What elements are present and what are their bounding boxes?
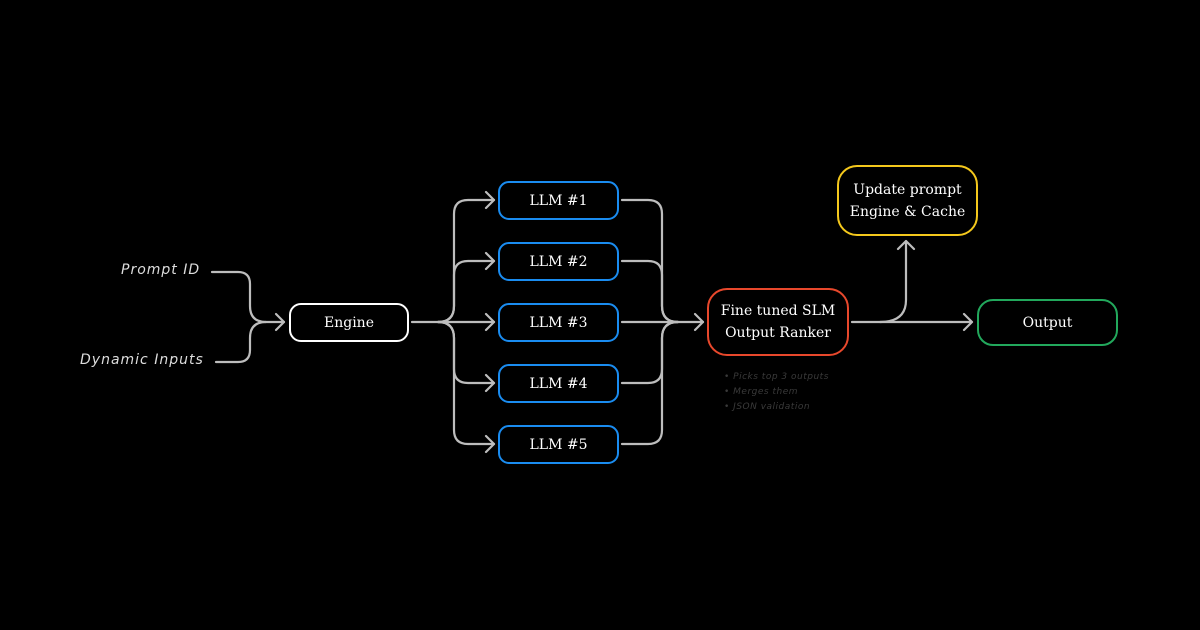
llm-label: LLM #1 <box>529 192 588 209</box>
fan-out <box>410 190 496 454</box>
ranker-note: • Picks top 3 outputs <box>724 372 829 382</box>
output-label: Output <box>1022 314 1073 331</box>
update-label-line1: Update prompt <box>853 181 962 198</box>
connector-to-update <box>878 239 916 324</box>
llm-label: LLM #4 <box>529 375 588 392</box>
output-node: Output <box>977 299 1118 346</box>
prompt-id-label: Prompt ID <box>121 262 201 278</box>
llm-node-2: LLM #2 <box>498 242 619 281</box>
ranker-note: • Merges them <box>724 387 799 397</box>
ranker-label-line2: Output Ranker <box>725 325 831 341</box>
llm-node-3: LLM #3 <box>498 303 619 342</box>
llm-node-4: LLM #4 <box>498 364 619 403</box>
connector-to-output <box>850 312 974 332</box>
llm-node-1: LLM #1 <box>498 181 619 220</box>
ranker-label-line1: Fine tuned SLM <box>720 303 836 319</box>
engine-node: Engine <box>289 303 409 342</box>
ranker-note: • JSON validation <box>724 402 811 412</box>
update-label-line2: Engine & Cache <box>849 203 966 220</box>
fan-in <box>620 198 705 446</box>
llm-label: LLM #2 <box>529 253 588 270</box>
connector-prompt-id <box>210 270 286 324</box>
dynamic-inputs-label: Dynamic Inputs <box>80 352 204 368</box>
llm-label: LLM #5 <box>529 436 588 453</box>
connector-dynamic-inputs <box>214 320 268 364</box>
update-cache-node: Update prompt Engine & Cache <box>837 165 978 236</box>
llm-node-5: LLM #5 <box>498 425 619 464</box>
engine-label: Engine <box>324 314 374 331</box>
llm-label: LLM #3 <box>529 314 588 331</box>
ranker-node: Fine tuned SLM Output Ranker <box>707 288 849 356</box>
